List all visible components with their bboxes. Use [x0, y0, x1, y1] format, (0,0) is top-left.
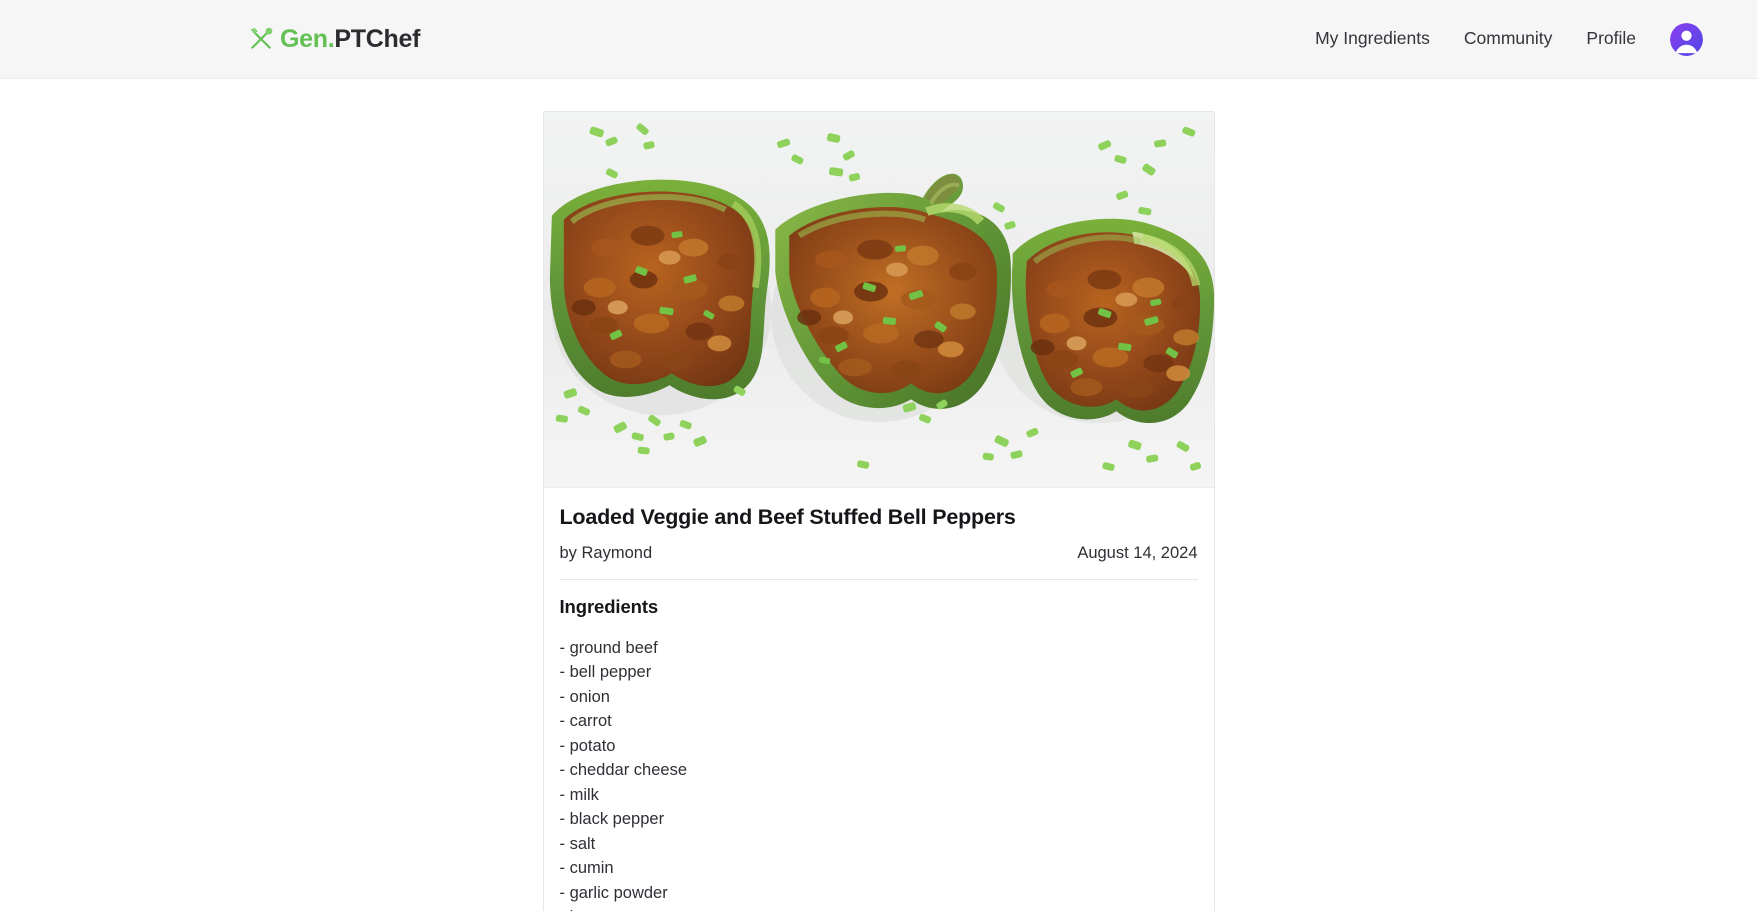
main-content: Loaded Veggie and Beef Stuffed Bell Pepp… — [0, 79, 1757, 911]
list-item: - cheddar cheese — [559, 761, 688, 780]
main-nav: My Ingredients Community Profile — [1313, 22, 1703, 56]
recipe-meta: by Raymond August 14, 2024 — [559, 543, 1198, 580]
recipe-author: by Raymond — [559, 543, 653, 562]
list-item: - potato — [559, 736, 616, 755]
list-item: - cumin — [559, 859, 614, 878]
recipe-title: Loaded Veggie and Beef Stuffed Bell Pepp… — [559, 505, 1016, 529]
list-item: - ground beef — [559, 638, 658, 657]
list-item: - salt — [559, 834, 596, 853]
ingredients-heading: Ingredients — [559, 595, 659, 617]
recipe-card-body: Loaded Veggie and Beef Stuffed Bell Pepp… — [544, 488, 1214, 911]
list-item: - black pepper — [559, 810, 665, 829]
nav-profile[interactable]: Profile — [1584, 26, 1638, 52]
site-header: Gen.PTChef My Ingredients Community Prof… — [0, 0, 1757, 79]
recipe-date: August 14, 2024 — [1077, 543, 1198, 562]
brand-name-dark: PTChef — [334, 24, 421, 53]
list-item: - carrot — [559, 712, 612, 731]
list-item: - milk — [559, 785, 599, 804]
recipe-card: Loaded Veggie and Beef Stuffed Bell Pepp… — [542, 111, 1215, 911]
list-item: - honey — [560, 905, 1198, 911]
ingredients-list: - ground beef - bell pepper - onion - ca… — [560, 636, 1198, 911]
list-item: - bell pepper — [559, 663, 652, 682]
brand-logo[interactable]: Gen.PTChef — [248, 26, 420, 52]
list-item: - garlic powder — [559, 883, 668, 902]
nav-my-ingredients[interactable]: My Ingredients — [1313, 26, 1432, 52]
user-avatar-icon[interactable] — [1670, 22, 1703, 56]
brand-wordmark: Gen.PTChef — [280, 24, 421, 53]
recipe-photo — [543, 112, 1214, 488]
nav-community[interactable]: Community — [1462, 26, 1555, 52]
list-item: - onion — [559, 687, 610, 706]
brand-name-green: Gen — [280, 24, 328, 53]
crossed-utensils-icon — [248, 26, 274, 52]
